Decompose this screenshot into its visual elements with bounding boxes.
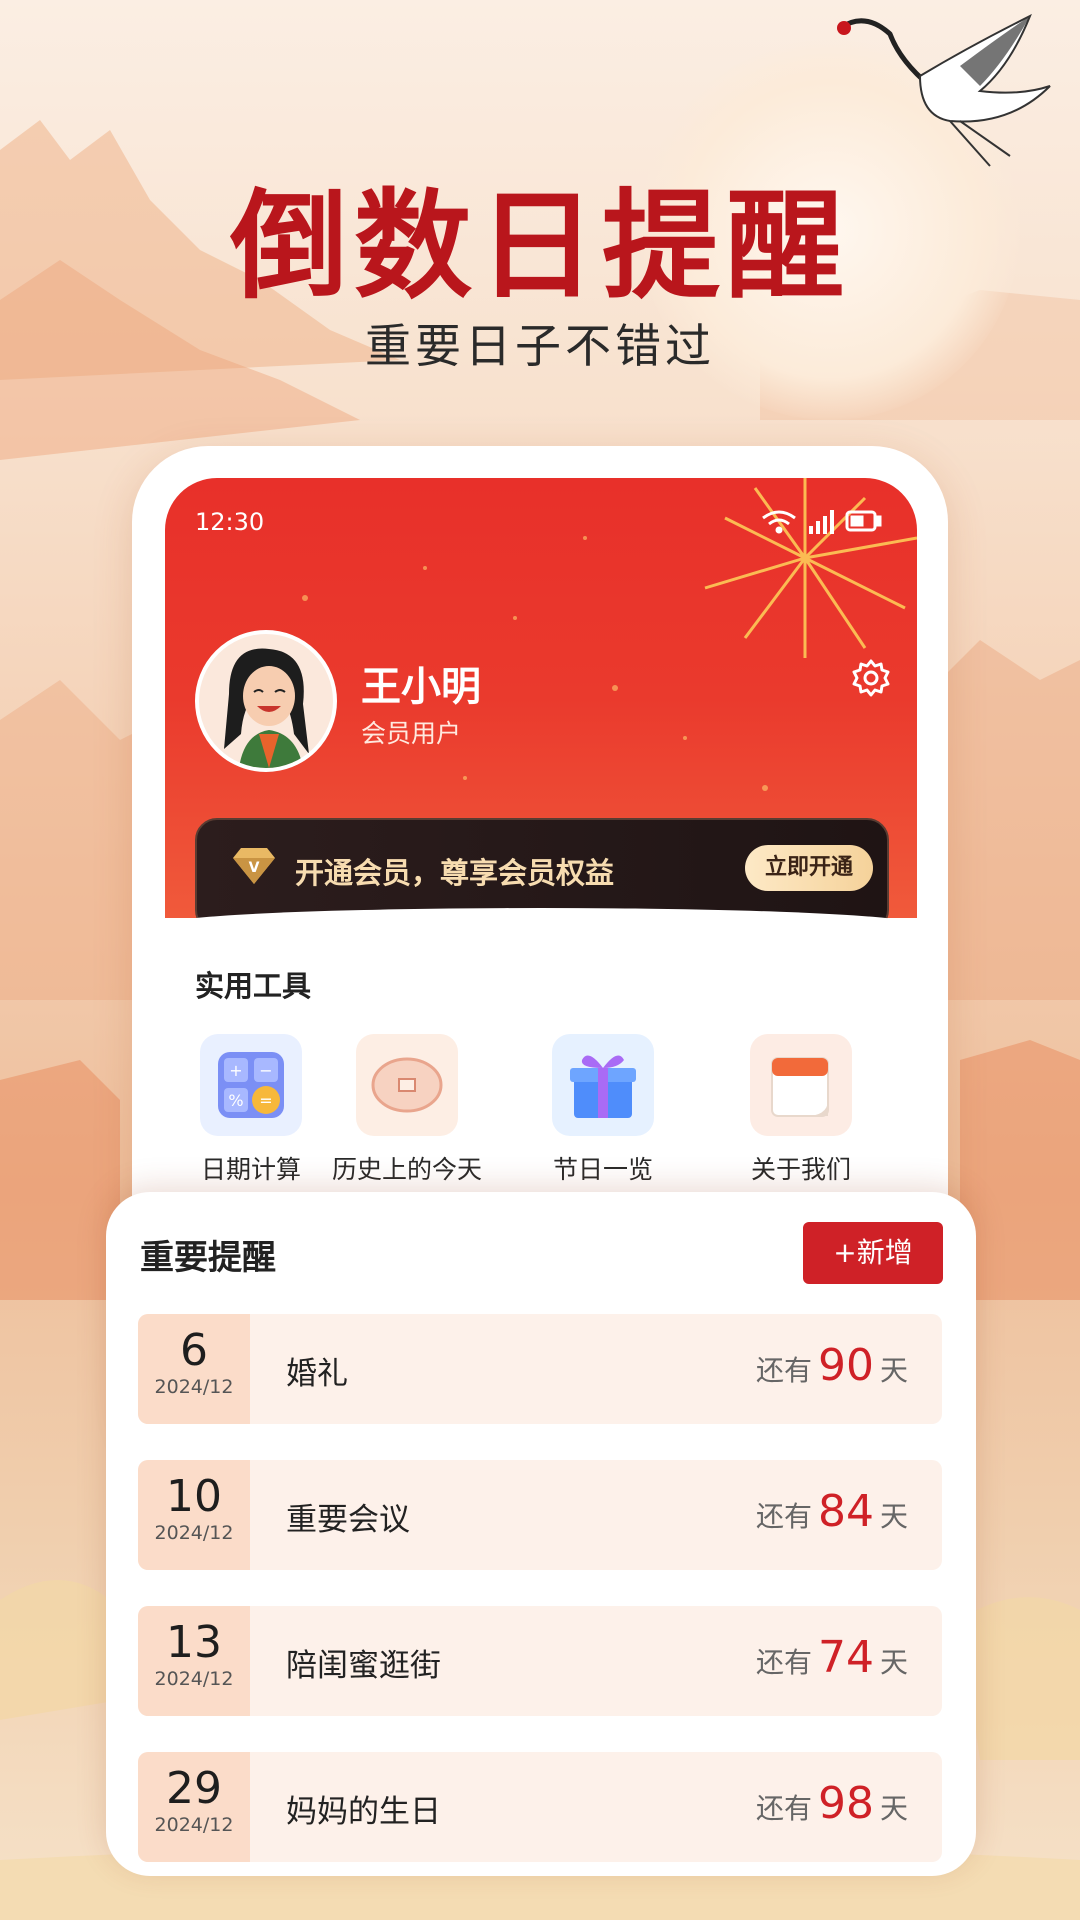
gear-icon[interactable]	[851, 658, 891, 698]
add-reminder-button[interactable]: +新增	[803, 1222, 943, 1284]
ancient-coin-icon	[356, 1034, 458, 1136]
tool-history-today[interactable]: 历史上的今天	[317, 1034, 497, 1186]
headline: 倒数日提醒	[229, 176, 850, 315]
status-bar-icons	[762, 510, 882, 534]
tool-label: 日期计算	[200, 1155, 301, 1184]
countdown-prefix: 还有	[755, 1646, 812, 1679]
tool-holidays[interactable]: 节日一览	[513, 1034, 693, 1186]
countdown-suffix: 天	[879, 1500, 908, 1533]
avatar[interactable]	[195, 630, 337, 772]
reminder-countdown: 还有 74 天	[756, 1632, 908, 1683]
reminder-month: 2024/12	[154, 1522, 234, 1544]
subline: 重要日子不错过	[365, 319, 715, 373]
tools-title: 实用工具	[195, 969, 312, 1003]
wifi-icon	[762, 510, 796, 534]
reminders-card: 重要提醒 +新增 6 2024/12 婚礼 还有 90 天 10 2024/12 重…	[106, 1192, 976, 1876]
countdown-days: 84	[817, 1486, 874, 1537]
tool-date-calculator[interactable]: + − % = 日期计算	[165, 1034, 341, 1186]
reminder-item[interactable]: 29 2024/12 妈妈的生日 还有 98 天	[138, 1752, 942, 1862]
battery-icon	[845, 510, 882, 532]
svg-text:=: =	[259, 1091, 272, 1110]
reminders-title: 重要提醒	[140, 1238, 276, 1278]
reminder-item[interactable]: 13 2024/12 陪闺蜜逛街 还有 74 天	[138, 1606, 942, 1716]
reminder-item[interactable]: 6 2024/12 婚礼 还有 90 天	[138, 1314, 942, 1424]
calendar-icon	[750, 1034, 852, 1136]
tool-label: 历史上的今天	[331, 1155, 482, 1184]
countdown-prefix: 还有	[755, 1500, 812, 1533]
vip-text: 开通会员，尊享会员权益	[295, 856, 615, 890]
tool-about-us[interactable]: 关于我们	[711, 1034, 891, 1186]
reminder-event: 婚礼	[286, 1356, 348, 1392]
countdown-prefix: 还有	[755, 1354, 812, 1387]
svg-text:−: −	[259, 1061, 272, 1080]
reminder-month: 2024/12	[154, 1376, 234, 1398]
reminder-day: 6	[180, 1325, 208, 1376]
svg-text:V: V	[249, 860, 260, 876]
avatar-illustration	[199, 634, 333, 768]
countdown-prefix: 还有	[755, 1792, 812, 1825]
reminder-countdown: 还有 98 天	[756, 1778, 908, 1829]
countdown-suffix: 天	[879, 1646, 908, 1679]
countdown-days: 74	[817, 1632, 874, 1683]
reminder-date: 10 2024/12	[138, 1460, 250, 1570]
countdown-suffix: 天	[879, 1354, 908, 1387]
countdown-days: 90	[817, 1340, 874, 1391]
reminder-day: 29	[166, 1763, 222, 1814]
vip-open-button[interactable]: 立即开通	[745, 845, 873, 891]
reminder-item[interactable]: 10 2024/12 重要会议 还有 84 天	[138, 1460, 942, 1570]
reminder-date: 29 2024/12	[138, 1752, 250, 1862]
reminder-event: 重要会议	[286, 1502, 410, 1538]
svg-text:+: +	[229, 1061, 242, 1080]
countdown-days: 98	[817, 1778, 874, 1829]
status-time: 12:30	[195, 508, 265, 536]
calculator-icon: + − % =	[200, 1034, 302, 1136]
countdown-suffix: 天	[879, 1792, 908, 1825]
diamond-icon: V	[233, 848, 275, 884]
reminder-date: 6 2024/12	[138, 1314, 250, 1424]
reminder-month: 2024/12	[154, 1814, 234, 1836]
reminder-countdown: 还有 84 天	[756, 1486, 908, 1537]
reminder-countdown: 还有 90 天	[756, 1340, 908, 1391]
reminder-event: 妈妈的生日	[286, 1794, 441, 1830]
svg-text:%: %	[228, 1091, 243, 1110]
tool-label: 节日一览	[552, 1155, 653, 1184]
tool-label: 关于我们	[750, 1155, 851, 1184]
reminder-day: 13	[166, 1617, 222, 1668]
gift-box-icon	[552, 1034, 654, 1136]
reminder-event: 陪闺蜜逛街	[286, 1648, 441, 1684]
signal-icon	[809, 510, 834, 534]
reminder-day: 10	[166, 1471, 222, 1522]
reminder-date: 13 2024/12	[138, 1606, 250, 1716]
user-name: 王小明	[361, 664, 481, 710]
reminder-month: 2024/12	[154, 1668, 234, 1690]
user-level: 会员用户	[361, 719, 462, 748]
